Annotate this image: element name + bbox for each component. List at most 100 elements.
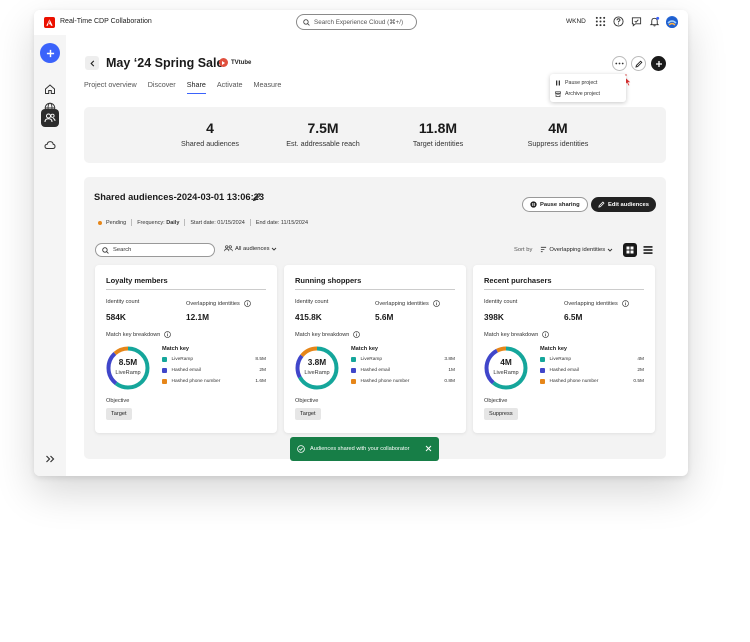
info-icon[interactable] <box>164 331 172 338</box>
global-search-placeholder: Search Experience Cloud (⌘+/) <box>314 18 404 26</box>
pause-sharing-button[interactable]: Pause sharing <box>522 197 588 212</box>
feedback-icon[interactable] <box>631 16 642 27</box>
add-button[interactable] <box>651 56 666 71</box>
legend-row-liveramp: LiveRamp 4M <box>540 357 644 362</box>
legend-key: Hashed phone number <box>360 379 410 384</box>
tab-discover[interactable]: Discover <box>148 80 176 94</box>
card-title: Loyalty members <box>106 276 168 285</box>
create-new-button[interactable] <box>40 43 60 63</box>
app-title: Real-Time CDP Collaboration <box>60 18 152 25</box>
adobe-logo-icon[interactable] <box>44 17 55 28</box>
legend-row-liveramp: LiveRamp 8.5M <box>162 357 266 362</box>
edit-audiences-button[interactable]: Edit audiences <box>591 197 656 212</box>
legend-row-hashed-email: Hashed email 2M <box>540 368 644 373</box>
match-key-legend-title: Match key <box>540 346 568 352</box>
overlapping-identities-label: Overlapping identities <box>186 300 251 307</box>
audience-search-placeholder: Search <box>113 247 132 253</box>
legend-value: 2M <box>637 368 644 373</box>
legend-key: Hashed email <box>549 368 579 373</box>
legend-swatch <box>351 379 356 384</box>
info-icon[interactable] <box>542 331 550 338</box>
donut-center-value: 4M <box>500 357 512 367</box>
grid-view-button[interactable] <box>623 243 637 257</box>
info-icon[interactable] <box>622 300 629 307</box>
apps-grid-icon[interactable] <box>595 16 606 27</box>
legend-row-hashed-email: Hashed email 2M <box>162 368 266 373</box>
legend-row-liveramp: LiveRamp 3.8M <box>351 357 455 362</box>
expand-rail-icon[interactable] <box>44 453 56 465</box>
pencil-icon[interactable] <box>252 192 262 202</box>
summary-stats: 4 Shared audiences 7.5M Est. addressable… <box>84 107 666 163</box>
chevron-down-icon <box>272 247 277 251</box>
grid-view-icon <box>626 246 634 254</box>
legend-swatch <box>162 357 167 362</box>
org-switcher[interactable]: WKND <box>566 18 586 25</box>
breakdown-label-text: Match key breakdown <box>484 331 539 338</box>
overlapping-label-text: Overlapping identities <box>564 300 618 307</box>
divider <box>295 289 455 290</box>
donut-center-label: LiveRamp <box>304 370 330 376</box>
list-view-icon[interactable] <box>643 245 653 255</box>
legend-value: 0.8M <box>444 379 455 384</box>
match-key-legend-title: Match key <box>162 346 190 352</box>
match-key-breakdown-label: Match key breakdown <box>106 331 172 338</box>
global-search-input[interactable]: Search Experience Cloud (⌘+/) <box>296 14 417 30</box>
menu-item-label: Archive project <box>565 91 601 98</box>
sort-control[interactable]: Sort by Overlapping identities <box>514 246 615 253</box>
legend-row-hashed-email: Hashed email 1M <box>351 368 455 373</box>
home-icon[interactable] <box>44 83 56 95</box>
end-date: End date: 11/15/2024 <box>255 219 309 226</box>
back-button[interactable] <box>85 56 99 70</box>
chevron-left-icon <box>89 59 94 67</box>
tab-share[interactable]: Share <box>186 80 206 94</box>
audience-filter-label: All audiences <box>235 245 270 252</box>
stat-suppress-identities: 4M Suppress identities <box>503 120 613 148</box>
more-icon <box>615 62 624 65</box>
project-tabs: Project overview Discover Share Activate… <box>84 80 292 94</box>
audience-search-input[interactable]: Search <box>95 243 215 257</box>
objective-label: Objective <box>484 398 508 404</box>
notifications-bell-icon[interactable] <box>649 16 660 27</box>
close-icon[interactable] <box>425 445 432 452</box>
user-avatar[interactable] <box>666 16 678 28</box>
divider <box>131 219 133 226</box>
info-icon[interactable] <box>353 331 361 338</box>
audience-card-recent-purchasers[interactable]: Recent purchasers Identity count 398K Ov… <box>473 265 655 433</box>
tab-activate[interactable]: Activate <box>217 80 243 94</box>
stat-value: 11.8M <box>418 120 458 136</box>
overlapping-identities-value: 5.6M <box>375 312 394 322</box>
tab-measure[interactable]: Measure <box>253 80 281 94</box>
info-icon[interactable] <box>433 300 440 307</box>
people-icon <box>44 113 56 123</box>
more-actions-button[interactable] <box>612 56 627 71</box>
plus-icon <box>655 60 662 67</box>
stat-label: Suppress identities <box>527 139 589 148</box>
audience-card-running-shoppers[interactable]: Running shoppers Identity count 415.8K O… <box>284 265 466 433</box>
page-title: May ‘24 Spring Sale <box>106 56 224 70</box>
stat-label: Est. addressable reach <box>286 139 360 148</box>
menu-item-archive-project[interactable]: Archive project <box>550 89 626 101</box>
legend-row-hashed-phone: Hashed phone number 0.5M <box>540 379 644 384</box>
divider <box>106 289 266 290</box>
match-key-donut-chart <box>295 346 339 390</box>
edit-project-button[interactable] <box>631 56 646 71</box>
cloud-icon[interactable] <box>44 139 56 151</box>
card-title: Recent purchasers <box>484 276 552 285</box>
start-date: Start date: 01/15/2024 <box>190 219 245 226</box>
stat-shared-audiences: 4 Shared audiences <box>155 120 265 148</box>
help-icon[interactable] <box>613 16 624 27</box>
audience-card-loyalty-members[interactable]: Loyalty members Identity count 584K Over… <box>95 265 277 433</box>
donut-center-value: 3.8M <box>307 357 327 367</box>
legend-swatch <box>540 368 545 373</box>
legend-row-hashed-phone: Hashed phone number 0.8M <box>351 379 455 384</box>
menu-item-pause-project[interactable]: Pause project <box>550 77 626 89</box>
sort-icon <box>541 246 547 253</box>
match-key-donut-chart <box>106 346 150 390</box>
legend-value: 4M <box>637 357 644 362</box>
tab-project-overview[interactable]: Project overview <box>84 80 137 94</box>
checkmark-circle-icon <box>297 445 305 453</box>
info-icon[interactable] <box>244 300 251 307</box>
collaboration-nav-item[interactable] <box>41 109 59 127</box>
audience-filter-dropdown[interactable]: All audiences <box>222 245 279 252</box>
legend-value: 3.8M <box>444 357 455 362</box>
